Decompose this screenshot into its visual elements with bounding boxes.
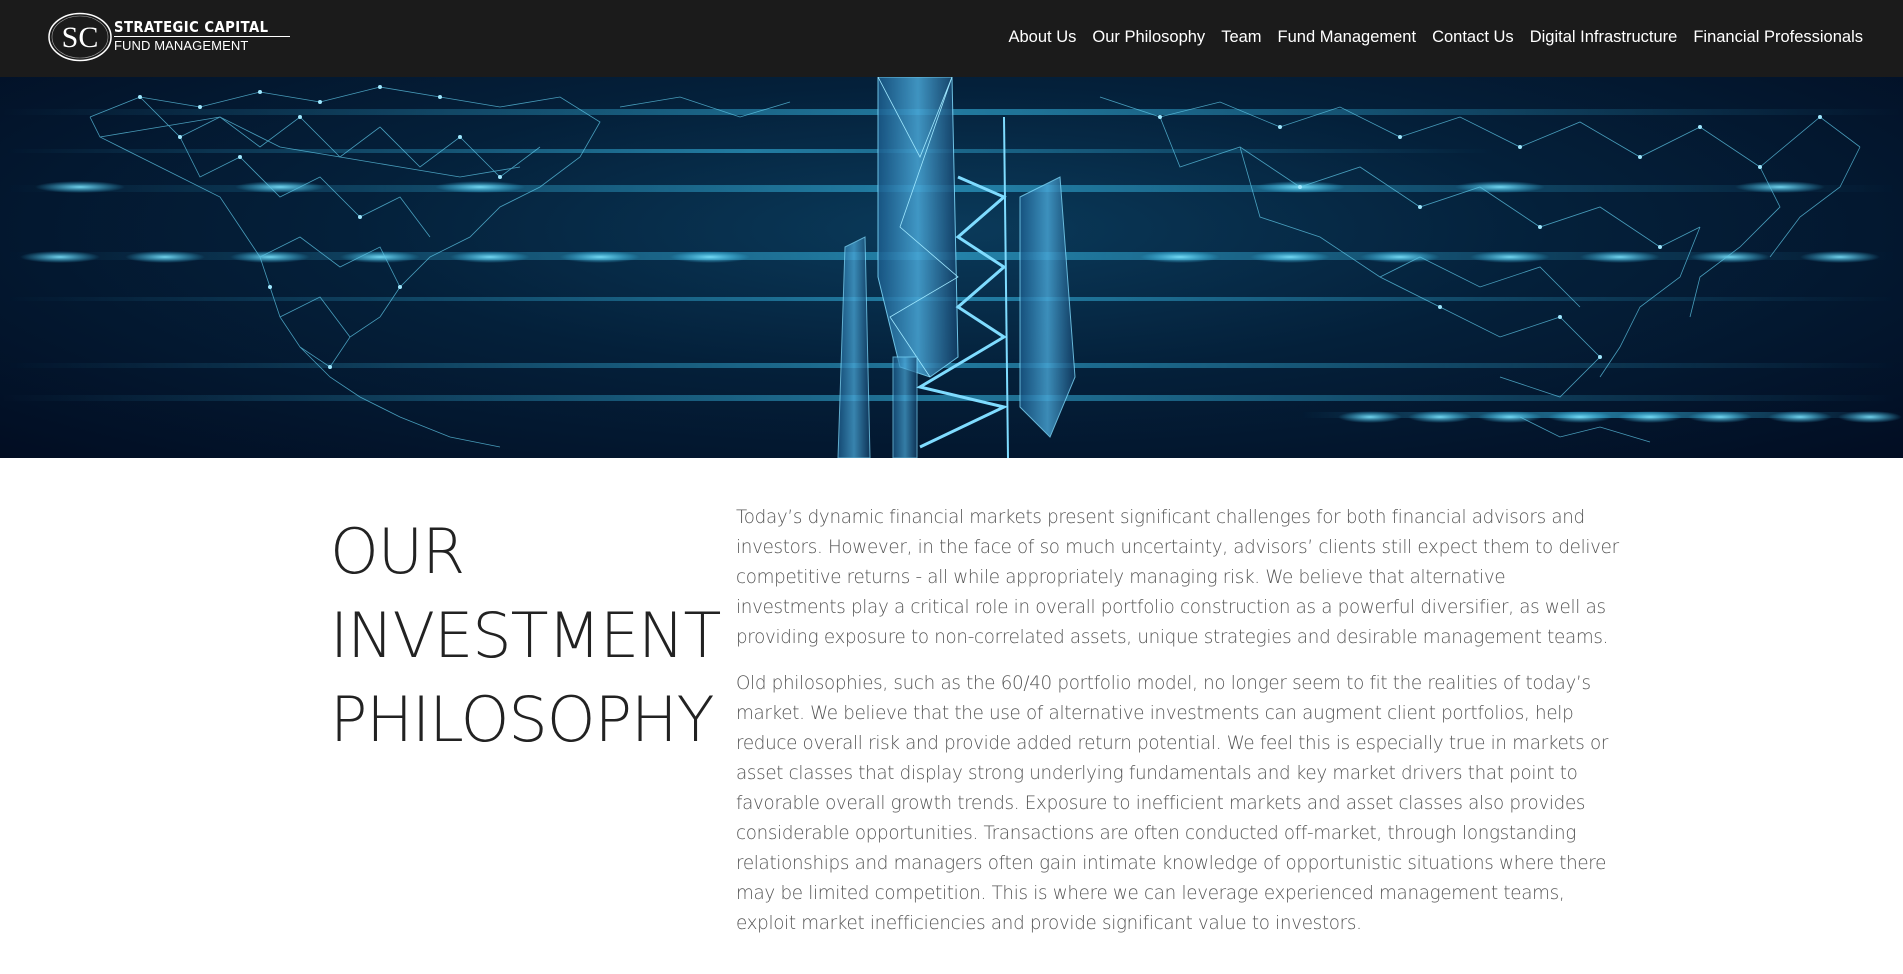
hero-network-illustration bbox=[0, 77, 1903, 458]
paragraph-2: Old philosophies, such as the 60/40 port… bbox=[736, 673, 1609, 934]
logo-wordmark: STRATEGIC CAPITAL FUND MANAGEMENT bbox=[114, 19, 290, 53]
nav-fund-management[interactable]: Fund Management bbox=[1270, 25, 1425, 49]
glow-dots bbox=[20, 181, 1902, 423]
page-title-line-1: OUR bbox=[330, 515, 465, 588]
logo-name-line1: STRATEGIC CAPITAL bbox=[114, 18, 269, 36]
nav-contact-us[interactable]: Contact Us bbox=[1424, 25, 1522, 49]
philosophy-section: OUR INVESTMENT PHILOSOPHY Today’s dynami… bbox=[0, 458, 1903, 974]
nav-about-us[interactable]: About Us bbox=[1001, 25, 1085, 49]
site-logo[interactable]: SC STRATEGIC CAPITAL FUND MANAGEMENT bbox=[48, 12, 290, 62]
nav-digital-infrastructure[interactable]: Digital Infrastructure bbox=[1522, 25, 1686, 49]
logo-monogram-text: SC bbox=[62, 21, 99, 54]
site-header: SC STRATEGIC CAPITAL FUND MANAGEMENT Abo… bbox=[0, 0, 1903, 77]
hero-banner bbox=[0, 77, 1903, 458]
page-title-line-2: INVESTMENT bbox=[330, 599, 721, 672]
paragraph-1: Today’s dynamic financial markets presen… bbox=[736, 507, 1619, 648]
nav-our-philosophy[interactable]: Our Philosophy bbox=[1084, 25, 1213, 49]
page-title-line-3: PHILOSOPHY bbox=[330, 683, 714, 756]
philosophy-body: Today’s dynamic financial markets presen… bbox=[736, 503, 1620, 955]
logo-monogram-icon: SC bbox=[48, 12, 112, 62]
main-nav: About Us Our Philosophy Team Fund Manage… bbox=[1001, 25, 1872, 49]
map-north-america-mesh bbox=[89, 86, 791, 448]
page-title: OUR INVESTMENT PHILOSOPHY bbox=[330, 510, 721, 762]
map-asia-mesh bbox=[1099, 96, 1861, 443]
nav-financial-professionals[interactable]: Financial Professionals bbox=[1685, 25, 1871, 49]
logo-name-line2: FUND MANAGEMENT bbox=[114, 36, 290, 53]
nav-team[interactable]: Team bbox=[1213, 25, 1269, 49]
